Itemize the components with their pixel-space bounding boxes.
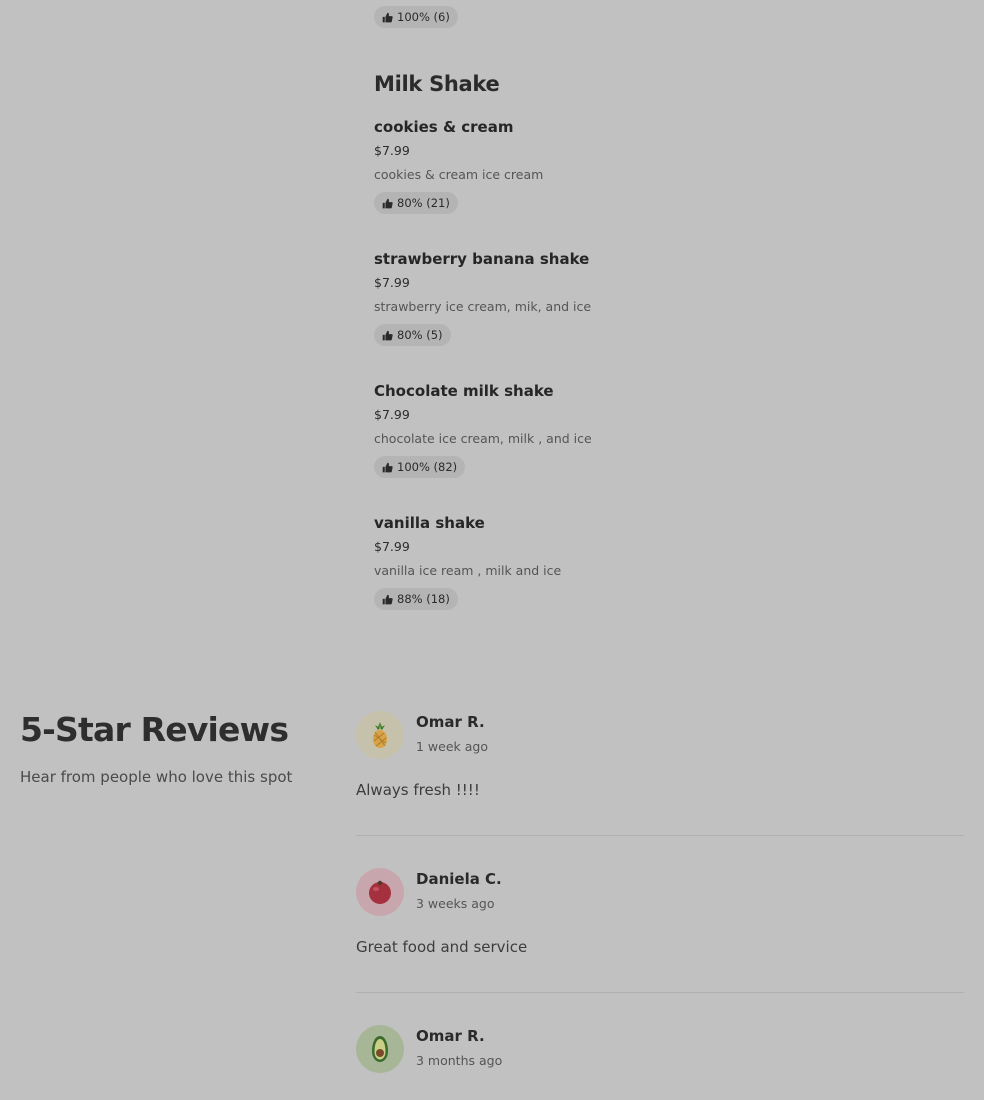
reviews-title: 5-Star Reviews bbox=[20, 710, 289, 749]
menu-item[interactable]: vanilla shake $7.99 vanilla ice ream , m… bbox=[374, 513, 794, 610]
reviewer-name: Omar R. bbox=[416, 1027, 485, 1045]
thumbs-up-icon bbox=[382, 330, 393, 340]
avocado-icon bbox=[372, 1036, 388, 1062]
reviewer-name: Daniela C. bbox=[416, 870, 502, 888]
item-price: $7.99 bbox=[374, 539, 410, 554]
menu-item[interactable]: cookies & cream $7.99 cookies & cream ic… bbox=[374, 117, 794, 214]
item-price: $7.99 bbox=[374, 143, 410, 158]
rating-badge: 80% (5) bbox=[374, 324, 451, 346]
avatar bbox=[356, 711, 404, 759]
store-page: 100% (6) Milk Shake cookies & cream $7.9… bbox=[0, 0, 984, 1100]
thumbs-up-icon bbox=[382, 462, 393, 472]
item-description: chocolate ice cream, milk , and ice bbox=[374, 431, 592, 446]
review-text: Always fresh !!!! bbox=[356, 781, 480, 799]
item-price: $7.99 bbox=[374, 275, 410, 290]
menu-item[interactable]: strawberry banana shake $7.99 strawberry… bbox=[374, 249, 794, 346]
rating-badge: 100% (82) bbox=[374, 456, 466, 478]
rating-badge: 88% (18) bbox=[374, 588, 458, 610]
item-description: strawberry ice cream, mik, and ice bbox=[374, 299, 592, 314]
rating-text: 100% (6) bbox=[397, 10, 450, 24]
menu-item[interactable]: Chocolate milk shake $7.99 chocolate ice… bbox=[374, 381, 794, 478]
avatar bbox=[356, 1025, 404, 1073]
rating-text: 88% (18) bbox=[397, 592, 450, 606]
item-description: vanilla ice ream , milk and ice bbox=[374, 563, 562, 578]
thumbs-up-icon bbox=[382, 12, 393, 22]
rating-badge: 100% (6) bbox=[374, 6, 458, 28]
reviewer-name: Omar R. bbox=[416, 713, 485, 731]
rating-badge: 80% (21) bbox=[374, 192, 458, 214]
review-date: 3 weeks ago bbox=[416, 896, 495, 911]
avatar bbox=[356, 868, 404, 916]
divider bbox=[356, 992, 964, 993]
review-date: 1 week ago bbox=[416, 739, 488, 754]
rating-text: 100% (82) bbox=[397, 460, 458, 474]
item-name: cookies & cream bbox=[374, 118, 514, 136]
review-text: Great food and service bbox=[356, 938, 528, 956]
thumbs-up-icon bbox=[382, 594, 393, 604]
item-name: strawberry banana shake bbox=[374, 250, 590, 268]
reviews-subtitle: Hear from people who love this spot bbox=[20, 768, 293, 786]
rating-text: 80% (21) bbox=[397, 196, 450, 210]
review-date: 3 months ago bbox=[416, 1053, 503, 1068]
divider bbox=[356, 835, 964, 836]
menu-section-title: Milk Shake bbox=[374, 72, 500, 96]
item-name: vanilla shake bbox=[374, 514, 485, 532]
item-description: cookies & cream ice cream bbox=[374, 167, 544, 182]
item-name: Chocolate milk shake bbox=[374, 382, 554, 400]
item-price: $7.99 bbox=[374, 407, 410, 422]
cherry-tomato-icon bbox=[369, 880, 391, 904]
thumbs-up-icon bbox=[382, 198, 393, 208]
pineapple-icon bbox=[373, 722, 387, 748]
rating-text: 80% (5) bbox=[397, 328, 443, 342]
